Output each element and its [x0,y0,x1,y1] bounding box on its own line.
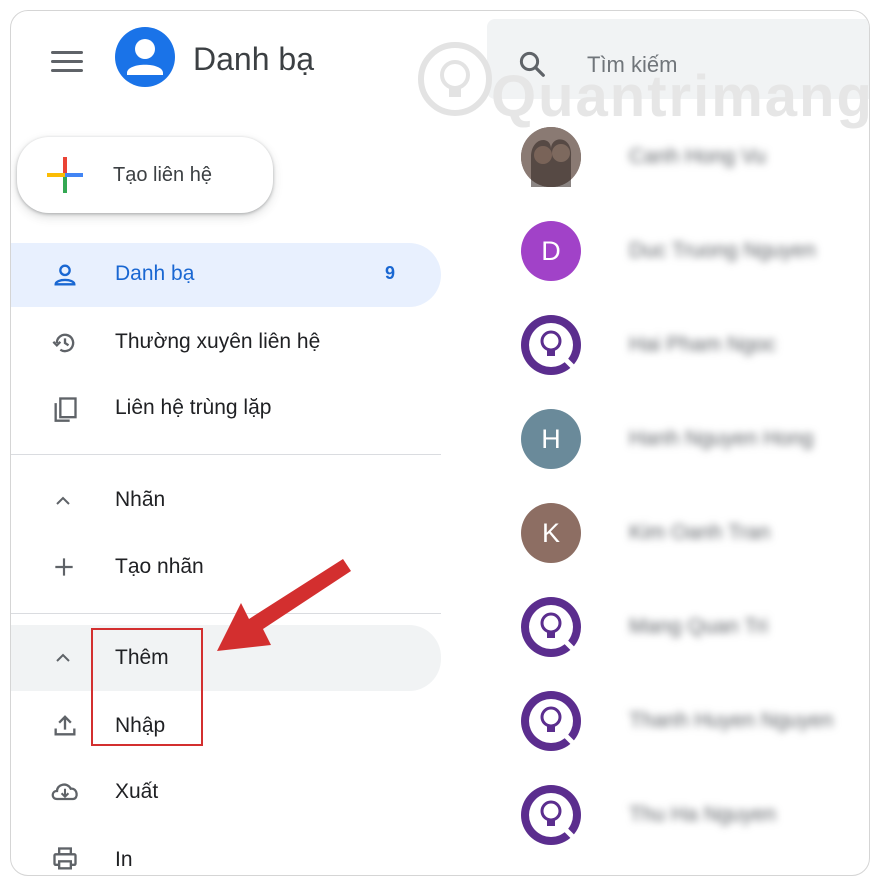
contact-name: Hai Pham Ngoc [629,333,777,356]
contacts-logo-icon [115,27,175,87]
history-icon [52,333,75,353]
nav-create-label-label: Tạo nhãn [115,555,204,578]
contact-name: Thu Ha Nguyen [629,803,777,826]
chevron-up-icon [56,496,70,505]
contact-photo-avatar [521,127,581,187]
plus-small-icon [55,558,73,576]
nav-item-contacts[interactable]: Danh bạ 9 [11,243,441,307]
red-arrow-annotation [217,559,351,651]
contact-row[interactable]: Hai Pham Ngoc [501,313,869,377]
contact-list: Canh Hong Vu D Duc Truong Nguyen Hai Pha… [501,111,869,875]
contacts-count-badge: 9 [385,263,396,283]
app-title: Danh bạ [193,41,314,77]
nav-item-import[interactable]: Nhập [11,693,441,757]
nav-item-duplicates[interactable]: Liên hệ trùng lặp [11,377,441,441]
contact-name: Thanh Huyen Nguyen [629,709,834,732]
contact-row[interactable]: D Duc Truong Nguyen [501,219,869,283]
contact-name: Duc Truong Nguyen [629,239,816,262]
main-menu-icon[interactable] [51,45,83,78]
cloud-download-icon [51,783,78,801]
plus-icon [47,157,83,193]
nav-labels-label: Nhãn [115,488,166,511]
contact-row[interactable]: Canh Hong Vu [501,125,869,189]
nav-print-label: In [115,848,133,871]
contact-name: Kim Oanh Tran [629,521,771,544]
highlight-box [91,628,203,746]
create-contact-button[interactable]: Tạo liên hệ [17,137,273,213]
print-icon [53,847,77,870]
contact-row[interactable]: Thu Ha Nguyen [501,783,869,847]
contact-name: Mang Quan Tri [629,615,768,638]
nav-frequent-label: Thường xuyên liên hệ [115,330,321,353]
quantrimang-logo-avatar [521,691,581,751]
contact-row[interactable]: K Kim Oanh Tran [501,501,869,565]
watermark-logo [415,39,495,124]
contact-row[interactable]: H Hanh Nguyen Hong [501,407,869,471]
nav-contacts-label: Danh bạ [115,262,195,285]
nav-export-label: Xuất [115,780,159,803]
copy-icon [54,397,77,422]
nav-item-export[interactable]: Xuất [11,759,441,823]
nav-item-print[interactable]: In [11,827,441,875]
upload-icon [54,715,76,736]
nav-divider [11,454,441,455]
nav-item-frequent[interactable]: Thường xuyên liên hệ [11,311,441,375]
nav-item-labels-header[interactable]: Nhãn [11,469,441,533]
contact-letter-avatar: H [521,409,581,469]
app-window: Danh bạ Tìm kiếm Quantrimang Tạo liên hệ [10,10,870,876]
quantrimang-logo-avatar [521,597,581,657]
contact-letter-avatar: D [521,221,581,281]
quantrimang-logo-avatar [521,785,581,845]
quantrimang-logo-avatar [521,315,581,375]
contact-row[interactable]: Thanh Huyen Nguyen [501,689,869,753]
contact-row[interactable]: Mang Quan Tri [501,595,869,659]
person-icon [54,264,76,286]
create-contact-label: Tạo liên hệ [113,164,212,186]
contact-letter-avatar: K [521,503,581,563]
chevron-up-icon [56,653,70,662]
nav-duplicates-label: Liên hệ trùng lặp [115,396,272,419]
contact-name: Hanh Nguyen Hong [629,427,814,450]
contact-name: Canh Hong Vu [629,145,766,168]
